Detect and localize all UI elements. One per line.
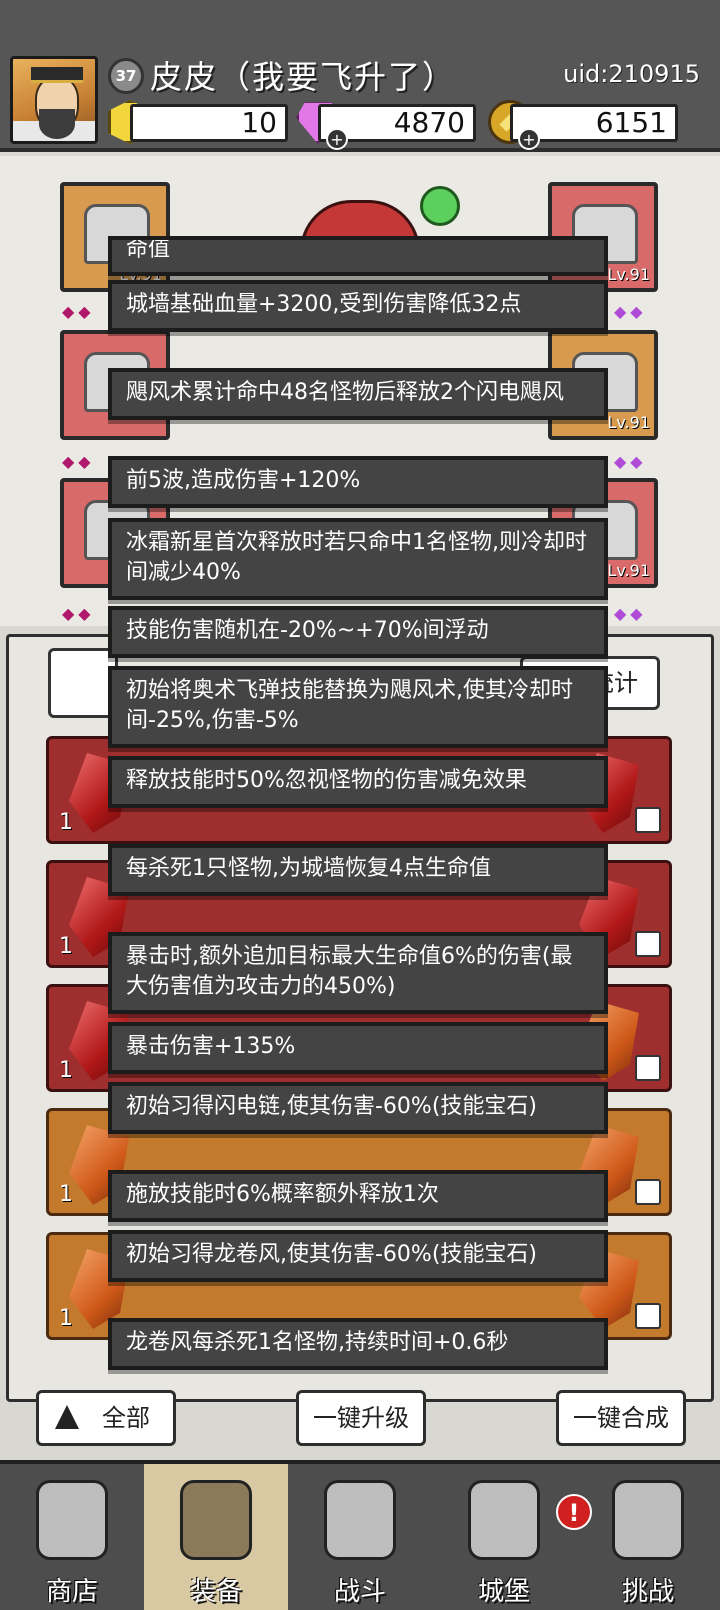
- tooltip-entry: 飓风术累计命中48名怪物后释放2个闪电飓风: [108, 368, 608, 420]
- nav-label: 商店: [45, 1577, 98, 1607]
- green-gem-icon: [420, 186, 460, 226]
- tooltip-text: 命值: [126, 237, 171, 262]
- nav-castle[interactable]: 城堡: [432, 1464, 576, 1610]
- nav-label: 装备: [189, 1577, 242, 1607]
- filter-triangle-icon: [55, 1405, 79, 1429]
- player-avatar[interactable]: [10, 56, 98, 144]
- tooltip-text: 释放技能时50%忽视怪物的伤害减免效果: [126, 768, 527, 793]
- tooltip-text: 前5波,造成伤害+120%: [126, 468, 361, 493]
- nav-label: 战斗: [333, 1577, 386, 1607]
- nav-label: 城堡: [477, 1577, 530, 1607]
- gear-slot-icon: [635, 1055, 661, 1081]
- tooltip-entry: 前5波,造成伤害+120%: [108, 456, 608, 508]
- gear-slot-icon: [635, 1179, 661, 1205]
- avatar-beard: [39, 109, 75, 139]
- gem-count: 1: [59, 810, 73, 835]
- socket-diamonds: ◆◆: [614, 604, 647, 623]
- tooltip-text: 技能伤害随机在-20%~+70%间浮动: [126, 618, 489, 643]
- tooltip-entry: 龙卷风每杀死1名怪物,持续时间+0.6秒: [108, 1318, 608, 1370]
- tooltip-text: 初始将奥术飞弹技能替换为飓风术,使其冷却时间-25%,伤害-5%: [126, 678, 573, 733]
- tooltip-entry: 技能伤害随机在-20%~+70%间浮动: [108, 606, 608, 658]
- gear-slot-icon: [635, 807, 661, 833]
- backpack-icon: [180, 1480, 252, 1560]
- nav-equipment[interactable]: 装备: [144, 1464, 288, 1610]
- slot-level: Lv.91: [607, 561, 650, 580]
- tooltip-entry-cut: 命值: [108, 236, 608, 276]
- add-coin-icon[interactable]: +: [518, 128, 540, 150]
- tooltip-entry: 每杀死1只怪物,为城墙恢复4点生命值: [108, 844, 608, 896]
- socket-diamonds: ◆◆: [62, 302, 95, 321]
- tooltip-entry: 城墙基础血量+3200,受到伤害降低32点: [108, 280, 608, 332]
- avatar-crown: [31, 67, 83, 83]
- shield-icon: [612, 1480, 684, 1560]
- tooltip-text: 暴击伤害+135%: [126, 1034, 296, 1059]
- tooltip-entry: 初始将奥术飞弹技能替换为飓风术,使其冷却时间-25%,伤害-5%: [108, 666, 608, 748]
- tooltip-text: 飓风术累计命中48名怪物后释放2个闪电飓风: [126, 380, 564, 405]
- tooltip-text: 初始习得龙卷风,使其伤害-60%(技能宝石): [126, 1242, 537, 1267]
- tooltip-text: 冰霜新星首次释放时若只命中1名怪物,则冷却时间减少40%: [126, 530, 587, 585]
- player-level-badge: 37: [108, 58, 144, 94]
- tooltip-entry: 初始习得闪电链,使其伤害-60%(技能宝石): [108, 1082, 608, 1134]
- nav-shop[interactable]: 商店: [0, 1464, 144, 1610]
- gear-slot-icon: [635, 1303, 661, 1329]
- shop-icon: [36, 1480, 108, 1560]
- nav-label: 挑战: [621, 1577, 674, 1607]
- castle-icon: [468, 1480, 540, 1560]
- tooltip-text: 龙卷风每杀死1名怪物,持续时间+0.6秒: [126, 1330, 509, 1355]
- slot-level: Lv.91: [607, 265, 650, 284]
- gem-count: 1: [59, 1182, 73, 1207]
- tooltip-text: 初始习得闪电链,使其伤害-60%(技能宝石): [126, 1094, 537, 1119]
- tooltip-text: 施放技能时6%概率额外释放1次: [126, 1182, 439, 1207]
- gear-slot-icon: [635, 931, 661, 957]
- bottom-navigation: 商店 装备 战斗 城堡 挑战: [0, 1460, 720, 1610]
- nav-challenge[interactable]: 挑战: [576, 1464, 720, 1610]
- tooltip-entry: 释放技能时50%忽视怪物的伤害减免效果: [108, 756, 608, 808]
- tooltip-entry: 初始习得龙卷风,使其伤害-60%(技能宝石): [108, 1230, 608, 1282]
- tooltip-text: 城墙基础血量+3200,受到伤害降低32点: [126, 292, 522, 317]
- top-bar: 37 皮皮（我要飞升了） uid:210915 10 4870 + 6151 +: [0, 0, 720, 152]
- gem-count: 1: [59, 1058, 73, 1083]
- tooltip-text: 每杀死1只怪物,为城墙恢复4点生命值: [126, 856, 491, 881]
- gem-count: 1: [59, 934, 73, 959]
- socket-diamonds: ◆◆: [62, 452, 95, 471]
- tooltip-entry: 暴击时,额外追加目标最大生命值6%的伤害(最大伤害值为攻击力的450%): [108, 932, 608, 1014]
- tooltip-entry: 施放技能时6%概率额外释放1次: [108, 1170, 608, 1222]
- castle-alert-badge: !: [556, 1494, 592, 1530]
- player-uid: uid:210915: [563, 60, 700, 88]
- nav-battle[interactable]: 战斗: [288, 1464, 432, 1610]
- slot-level: Lv.91: [607, 413, 650, 432]
- socket-diamonds: ◆◆: [614, 452, 647, 471]
- socket-diamonds: ◆◆: [62, 604, 95, 623]
- gem-count: 1: [59, 1306, 73, 1331]
- player-name: 皮皮（我要飞升了）: [150, 58, 457, 96]
- tooltip-text: 暴击时,额外追加目标最大生命值6%的伤害(最大伤害值为攻击力的450%): [126, 944, 573, 999]
- tooltip-entry: 暴击伤害+135%: [108, 1022, 608, 1074]
- crossed-swords-icon: [324, 1480, 396, 1560]
- gem-effect-tooltip: 命值 城墙基础血量+3200,受到伤害降低32点 飓风术累计命中48名怪物后释放…: [108, 236, 608, 1410]
- gold-currency-value: 10: [130, 104, 288, 142]
- socket-diamonds: ◆◆: [614, 302, 647, 321]
- add-diamond-icon[interactable]: +: [326, 128, 348, 150]
- tooltip-entry: 冰霜新星首次释放时若只命中1名怪物,则冷却时间减少40%: [108, 518, 608, 600]
